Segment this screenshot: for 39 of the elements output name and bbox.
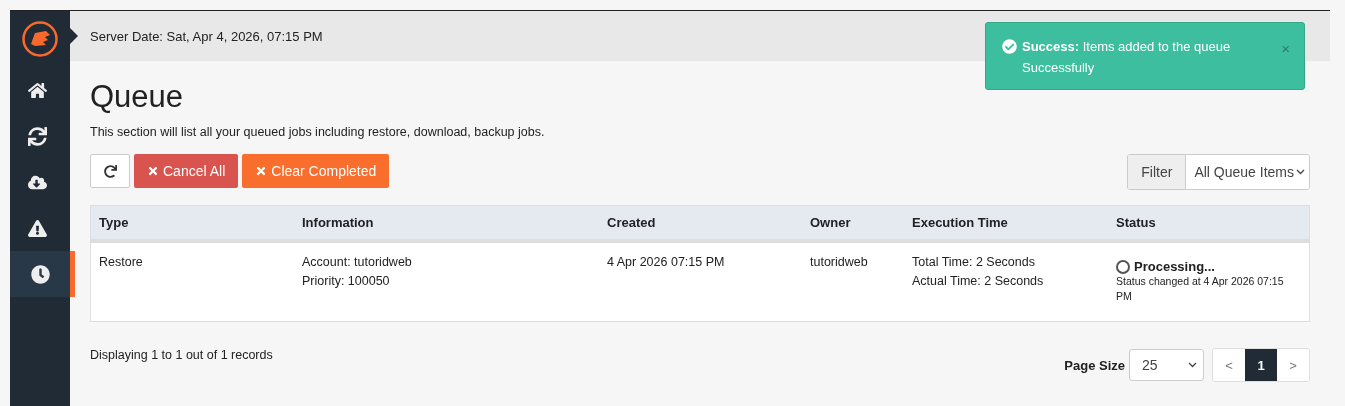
sync-icon <box>28 126 47 146</box>
column-header: Created <box>607 215 657 230</box>
logo-icon <box>21 20 59 58</box>
page-button[interactable]: < <box>1213 349 1245 381</box>
home-icon <box>28 80 47 100</box>
refresh-icon <box>103 164 117 178</box>
refresh-button[interactable] <box>90 154 130 188</box>
time-line: Actual Time: 2 Seconds <box>912 273 1044 290</box>
page-description: This section will list all your queued jobs including restore, download, backup jobs. <box>90 125 546 139</box>
page-button[interactable]: 1 <box>1245 349 1277 381</box>
status-note: Status changed at 4 Apr 2026 07:15 PM <box>1116 274 1285 304</box>
chevron-icon <box>1188 362 1197 368</box>
column-header: Status <box>1116 215 1157 230</box>
table-cell-text: 4 Apr 2026 07:15 PM <box>607 254 725 271</box>
sidebar-item[interactable] <box>10 251 75 297</box>
close-icon <box>147 165 159 177</box>
cancel-all-button[interactable]: Cancel All <box>134 154 239 188</box>
spinner-icon <box>1116 259 1130 274</box>
table-cell-text: Restore <box>99 254 143 271</box>
table-cell-text: tutoridweb <box>810 254 868 271</box>
page-button[interactable]: > <box>1277 349 1309 381</box>
page-size-label: Page Size <box>1064 357 1125 373</box>
clear-completed-button[interactable]: Clear Completed <box>242 154 390 188</box>
column-header: Information <box>302 215 375 230</box>
time-line: Total Time: 2 Seconds <box>912 254 1035 271</box>
info-line: Priority: 100050 <box>302 273 390 290</box>
info-line: Account: tutoridweb <box>302 254 412 271</box>
close-icon <box>255 165 268 177</box>
toast-message: Success: Items added to the queue Successfully <box>1022 38 1232 77</box>
page-title: Queue <box>90 79 185 115</box>
column-header: Execution Time <box>912 215 1009 230</box>
column-header: Type <box>99 215 130 230</box>
warning-icon <box>28 218 47 238</box>
column-header: Owner <box>810 215 852 230</box>
clock-icon <box>30 264 50 284</box>
server-date: Server Date: Sat, Apr 4, 2026, 07:15 PM <box>90 28 323 44</box>
records-count: Displaying 1 to 1 out of 1 records <box>90 348 273 362</box>
status-text: Processing... <box>1134 259 1215 274</box>
page-size-select[interactable]: 25 <box>1129 349 1204 381</box>
